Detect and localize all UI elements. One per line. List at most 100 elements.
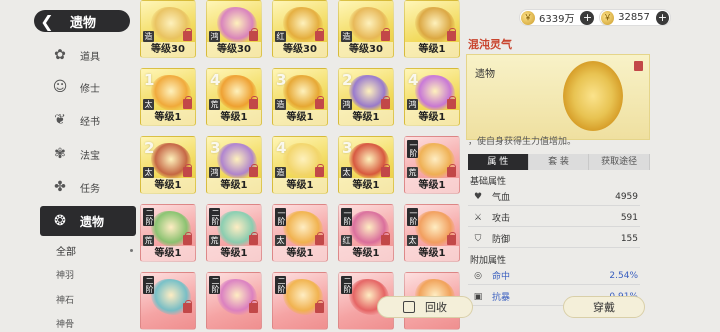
tier-badge: 3 — [276, 71, 287, 89]
relic-card[interactable]: 3 鸿等级1 — [206, 136, 262, 194]
relic-card[interactable]: 造等级30 — [338, 0, 394, 58]
relic-card[interactable]: 造等级30 — [140, 0, 196, 58]
relic-card[interactable]: 一阶红等级1 — [338, 204, 394, 262]
relic-grid: 造等级30 鸿等级30 红等级30 造等级30 等级1 1 太等级1 4 荒等级1 3 造等级1 2 鸿… — [140, 0, 460, 332]
level-label: 等级1 — [405, 246, 459, 261]
stat-name: 抗暴 — [492, 293, 511, 303]
relic-card[interactable]: 4 荒等级1 — [206, 68, 262, 126]
sidebar-item-label: 道具 — [80, 51, 100, 63]
chevron-left-icon[interactable]: ❮ — [40, 12, 53, 31]
lock-icon — [183, 96, 192, 109]
relic-card[interactable]: 鸿等级30 — [206, 0, 262, 58]
lock-icon — [315, 232, 324, 245]
relic-card[interactable]: 二阶 — [206, 272, 262, 330]
lock-icon — [381, 96, 390, 109]
relic-card[interactable]: 一阶太等级1 — [404, 204, 460, 262]
sidebar-item-yiwu[interactable]: ❂ 遗物 — [40, 206, 136, 236]
tier-badge: 二阶 — [143, 208, 154, 226]
level-label: 等级1 — [339, 246, 393, 261]
set-tag: 荒 — [209, 235, 220, 246]
subfilter-shenyu[interactable]: 神羽 — [56, 268, 74, 281]
relic-card[interactable]: 2 鸿等级1 — [338, 68, 394, 126]
set-tag: 鸿 — [341, 99, 352, 110]
stat-row: ◎ 命中 2.54% — [468, 267, 640, 285]
lock-icon[interactable] — [634, 61, 643, 71]
set-tag: 红 — [341, 235, 352, 246]
shield-icon: ⛉ — [474, 233, 482, 244]
tab-set[interactable]: 套 装 — [528, 154, 590, 170]
set-tag: 荒 — [407, 167, 418, 178]
set-tag: 鸿 — [209, 31, 220, 42]
relic-card[interactable]: 2 太等级1 — [140, 136, 196, 194]
sidebar-item-jingshu[interactable]: ❦ 经书 — [40, 105, 130, 135]
level-label: 等级30 — [207, 42, 261, 57]
sidebar-item-xiushi[interactable]: ☺ 修士 — [40, 72, 130, 102]
set-tag: 造 — [341, 31, 352, 42]
relic-card[interactable]: 二阶荒等级1 — [140, 204, 196, 262]
relic-category: 遗物 — [475, 69, 495, 80]
level-label: 等级1 — [207, 246, 261, 261]
relic-card[interactable]: 二阶 — [272, 272, 328, 330]
set-tag: 太 — [143, 167, 154, 178]
renwu-icon: ✤ — [54, 179, 66, 195]
xiushi-icon: ☺ — [52, 79, 68, 95]
stat-row: ♥ 气血 4959 — [468, 188, 640, 206]
add-gold-button[interactable]: + — [580, 10, 595, 25]
set-tag: 太 — [407, 235, 418, 246]
relic-name: 混沌灵气 — [468, 38, 512, 51]
back-button[interactable]: ❮ — [34, 10, 60, 32]
sidebar-item-daoju[interactable]: ✿ 道具 — [40, 40, 130, 70]
relic-card[interactable]: 一阶太等级1 — [272, 204, 328, 262]
stat-value: 591 — [620, 212, 638, 223]
stat-value: 4959 — [615, 191, 638, 202]
equip-button[interactable]: 穿戴 — [563, 296, 645, 318]
add-gem-button[interactable]: + — [655, 10, 669, 25]
relic-card[interactable]: 4 鸿等级1 — [404, 68, 460, 126]
tier-badge: 一阶 — [407, 208, 418, 226]
relic-card[interactable]: 等级1 — [404, 0, 460, 58]
tier-badge: 二阶 — [341, 276, 352, 294]
relic-card[interactable]: 3 造等级1 — [272, 68, 328, 126]
sidebar: ✿ 道具 ☺ 修士 ❦ 经书 ✾ 法宝 ✤ 任务 ❂ 遗物 全部 神羽 神石 神… — [40, 38, 136, 332]
relic-card[interactable]: 二阶荒等级1 — [206, 204, 262, 262]
relic-card[interactable]: 二阶 — [140, 272, 196, 330]
stat-value: 2.54% — [609, 270, 638, 281]
subfilter-shengu[interactable]: 神骨 — [56, 317, 74, 330]
tab-attributes[interactable]: 属 性 — [468, 154, 529, 170]
heart-icon: ♥ — [473, 191, 483, 202]
set-tag: 荒 — [209, 99, 220, 110]
gold-value: 6339万 — [539, 14, 575, 25]
subfilter-shenshi[interactable]: 神石 — [56, 293, 74, 306]
stat-name: 攻击 — [492, 214, 511, 224]
desc-strip: ，使自身获得生力值增加。 — [468, 134, 650, 148]
sidebar-item-label: 修士 — [80, 83, 100, 95]
relic-card[interactable]: 4 造等级1 — [272, 136, 328, 194]
relic-card[interactable]: 红等级30 — [272, 0, 328, 58]
lock-icon — [315, 96, 324, 109]
sidebar-item-label: 任务 — [80, 183, 100, 195]
sidebar-item-renwu[interactable]: ✤ 任务 — [40, 172, 130, 202]
subfilter-all[interactable]: 全部 — [56, 243, 76, 258]
lock-icon — [315, 300, 324, 313]
set-tag: 造 — [143, 31, 154, 42]
level-label: 等级1 — [273, 110, 327, 125]
lock-icon — [447, 96, 456, 109]
extra-stats-title: 附加属性 — [470, 256, 507, 266]
tab-source[interactable]: 获取途径 — [589, 154, 651, 170]
relic-card[interactable]: 一阶荒等级1 — [404, 136, 460, 194]
level-label: 等级1 — [405, 42, 459, 57]
sidebar-item-fabao[interactable]: ✾ 法宝 — [40, 139, 130, 169]
tier-badge: 4 — [276, 139, 287, 157]
coin-icon: ￥ — [521, 10, 535, 25]
lock-icon — [447, 28, 456, 41]
coin-icon: ￥ — [601, 10, 615, 25]
set-tag: 太 — [275, 235, 286, 246]
level-label: 等级1 — [339, 110, 393, 125]
recycle-button[interactable]: 回收 — [377, 296, 473, 318]
level-label: 等级1 — [141, 246, 195, 261]
lock-icon — [249, 164, 258, 177]
level-label: 等级1 — [273, 246, 327, 261]
tier-badge: 一阶 — [275, 208, 286, 226]
relic-card[interactable]: 1 太等级1 — [140, 68, 196, 126]
relic-card[interactable]: 3 太等级1 — [338, 136, 394, 194]
